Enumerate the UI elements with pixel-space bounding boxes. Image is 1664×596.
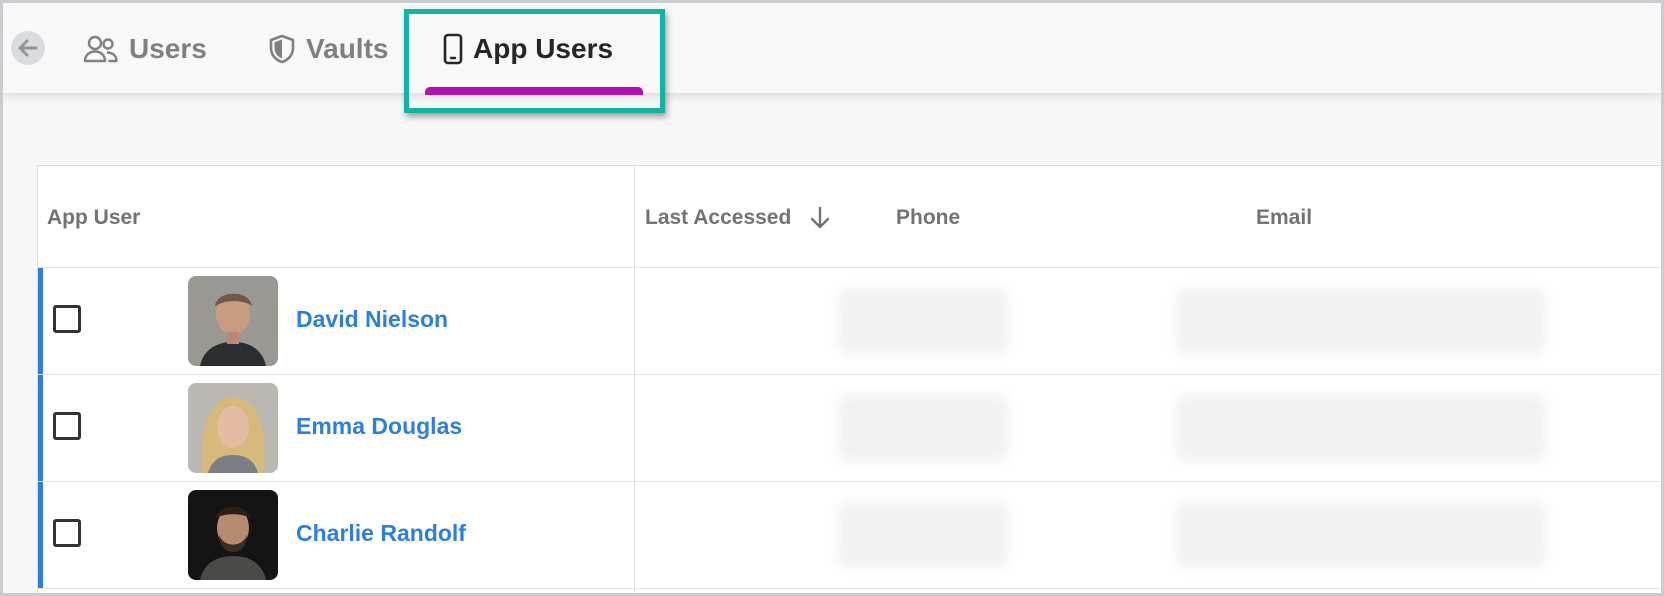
avatar xyxy=(188,276,278,366)
top-navigation: Users Vaults App Users xyxy=(3,3,1661,95)
back-button[interactable] xyxy=(11,31,45,65)
tab-app-users-label: App Users xyxy=(473,33,614,64)
avatar xyxy=(188,383,278,473)
table-row[interactable]: Emma Douglas xyxy=(38,375,1661,482)
tab-users-label: Users xyxy=(129,33,207,64)
app-window: Users Vaults App Users App User Last Acc… xyxy=(3,3,1661,593)
row-checkbox[interactable] xyxy=(53,519,81,547)
phone-cell-redacted xyxy=(838,395,1008,461)
mobile-phone-icon xyxy=(443,33,463,65)
tab-users[interactable]: Users xyxy=(83,27,207,71)
shield-icon xyxy=(269,34,295,64)
column-header-phone[interactable]: Phone xyxy=(896,206,960,230)
arrow-left-icon xyxy=(18,39,38,57)
app-users-table: App User Last Accessed Phone Email David… xyxy=(37,165,1661,593)
tab-vaults[interactable]: Vaults xyxy=(268,27,388,71)
column-header-last-accessed[interactable]: Last Accessed xyxy=(645,206,831,230)
users-icon xyxy=(83,35,118,63)
user-name-link[interactable]: Charlie Randolf xyxy=(296,520,466,547)
table-row[interactable]: Charlie Randolf xyxy=(38,482,1661,589)
table-row[interactable]: David Nielson xyxy=(38,268,1661,375)
column-header-email[interactable]: Email xyxy=(1256,206,1312,230)
arrow-down-icon[interactable] xyxy=(809,206,831,230)
row-divider xyxy=(38,588,1661,589)
phone-cell-redacted xyxy=(838,502,1008,568)
row-checkbox[interactable] xyxy=(53,412,81,440)
phone-cell-redacted xyxy=(838,288,1008,354)
user-name-link[interactable]: Emma Douglas xyxy=(296,413,462,440)
last-accessed-label: Last Accessed xyxy=(645,206,792,229)
active-tab-indicator xyxy=(425,87,643,95)
tab-app-users[interactable]: App Users xyxy=(443,27,613,71)
row-accent-bar xyxy=(38,268,43,375)
email-cell-redacted xyxy=(1176,288,1546,354)
email-cell-redacted xyxy=(1176,395,1546,461)
column-header-app-user[interactable]: App User xyxy=(47,206,140,230)
row-accent-bar xyxy=(38,375,43,482)
row-checkbox[interactable] xyxy=(53,305,81,333)
user-name-link[interactable]: David Nielson xyxy=(296,306,448,333)
avatar xyxy=(188,490,278,580)
tab-vaults-label: Vaults xyxy=(306,33,389,64)
row-accent-bar xyxy=(38,482,43,589)
email-cell-redacted xyxy=(1176,502,1546,568)
